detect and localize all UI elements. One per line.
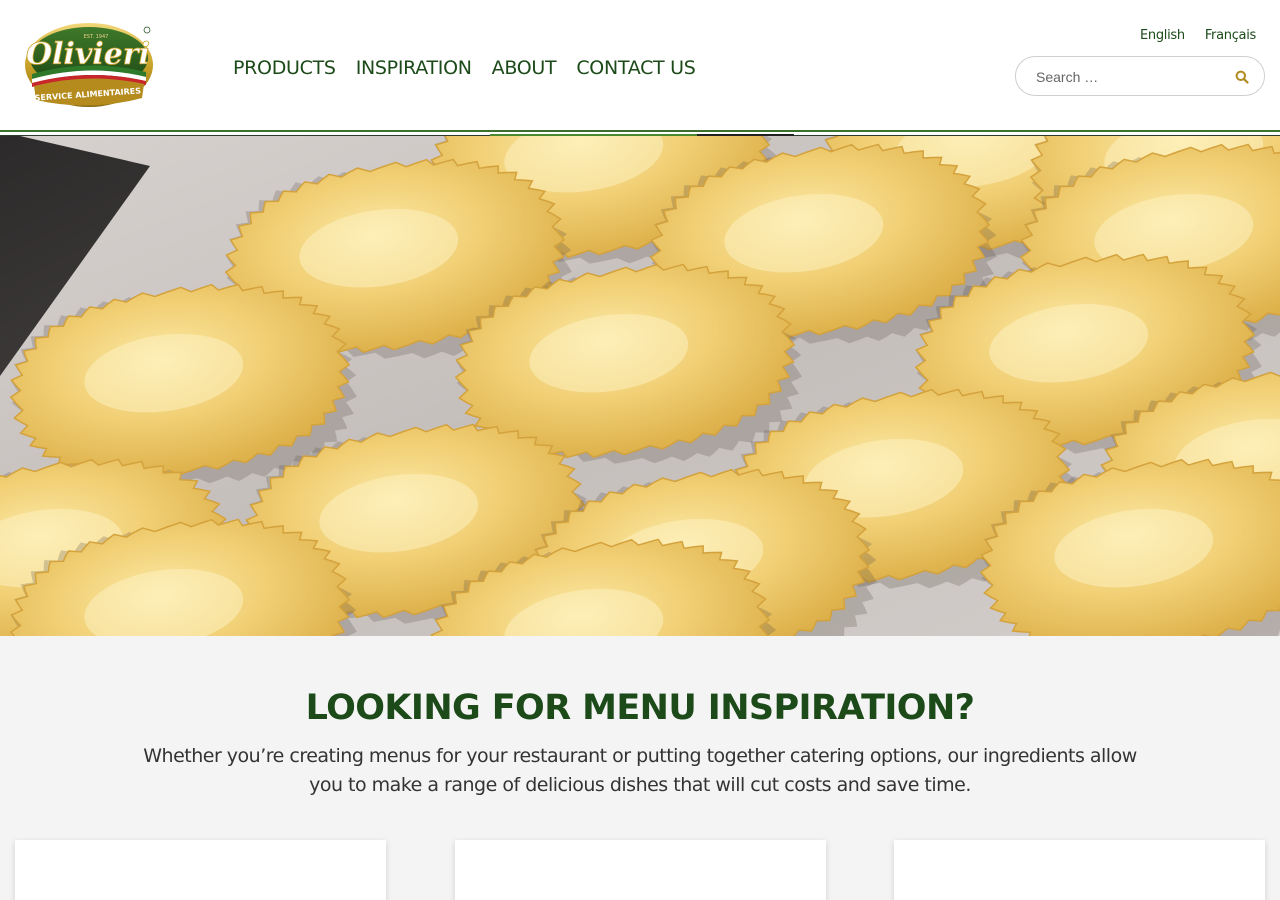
inspiration-heading: LOOKING FOR MENU INSPIRATION?: [305, 688, 975, 728]
hero-image: [0, 136, 1280, 636]
logo-wordmark: Olivieri: [26, 37, 150, 72]
olivieri-logo[interactable]: EST. 1947 Olivieri SERVICE ALIMENTAIRES: [22, 20, 158, 114]
inspiration-card[interactable]: [894, 840, 1265, 900]
nav-contact-us[interactable]: CONTACT US: [576, 55, 695, 81]
search-input[interactable]: [1036, 66, 1226, 88]
ravioli-tray-illustration: [0, 136, 1280, 636]
nav-inspiration[interactable]: INSPIRATION: [356, 55, 472, 81]
language-switcher: English Français: [1140, 28, 1256, 43]
main-navigation: PRODUCTS INSPIRATION ABOUT CONTACT US: [233, 54, 696, 82]
inspiration-card[interactable]: [455, 840, 826, 900]
inspiration-card[interactable]: [15, 840, 386, 900]
search-icon[interactable]: [1232, 67, 1252, 87]
site-header: EST. 1947 Olivieri SERVICE ALIMENTAIRES …: [0, 0, 1280, 130]
language-english-link[interactable]: English: [1140, 28, 1185, 43]
search-box: [1015, 56, 1265, 96]
olivieri-logo-graphic: EST. 1947 Olivieri SERVICE ALIMENTAIRES: [25, 23, 153, 107]
inspiration-description: Whether you’re creating menus for your r…: [143, 745, 1137, 796]
language-french-link[interactable]: Français: [1205, 28, 1256, 43]
nav-products[interactable]: PRODUCTS: [233, 55, 336, 81]
nav-about[interactable]: ABOUT: [492, 55, 557, 81]
